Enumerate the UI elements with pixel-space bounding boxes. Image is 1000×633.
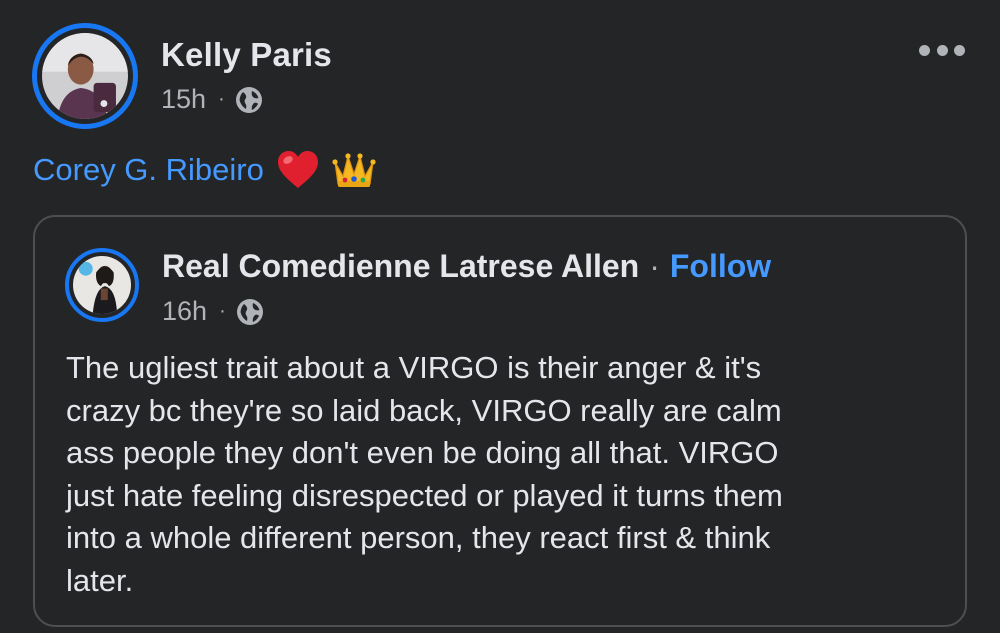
post-meta: 15h · (161, 84, 263, 115)
post-timestamp[interactable]: 15h (161, 84, 206, 115)
crown-emoji (332, 153, 376, 187)
meta-separator: · (218, 88, 225, 110)
red-heart-emoji (277, 151, 318, 188)
meta-separator: · (219, 300, 226, 322)
shared-author-photo (73, 256, 131, 314)
shared-post-text: The ugliest trait about a VIRGO is their… (66, 350, 783, 598)
post-container: Kelly Paris 15h · Corey G. Ribeiro Real … (0, 0, 1000, 633)
more-dot-icon (936, 44, 948, 56)
globe-icon[interactable] (235, 86, 263, 114)
post-caption: Corey G. Ribeiro (33, 150, 376, 190)
more-dot-icon (954, 44, 965, 56)
shared-post-header: Real Comedienne Latrese Allen · Follow (162, 248, 771, 285)
shared-post-meta: 16h · (162, 296, 264, 327)
author-name[interactable]: Kelly Paris (161, 36, 332, 74)
author-photo (42, 33, 128, 119)
author-avatar[interactable] (32, 23, 138, 129)
shared-post-timestamp[interactable]: 16h (162, 296, 207, 327)
follow-button[interactable]: Follow (670, 248, 771, 285)
more-options-button[interactable] (919, 36, 965, 64)
shared-author-avatar[interactable] (65, 248, 139, 322)
more-dot-icon (919, 44, 930, 56)
shared-post-card[interactable]: Real Comedienne Latrese Allen · Follow 1… (33, 215, 967, 627)
globe-icon[interactable] (236, 298, 264, 326)
shared-author-name[interactable]: Real Comedienne Latrese Allen (162, 248, 639, 285)
mention-link[interactable]: Corey G. Ribeiro (33, 152, 264, 188)
header-separator: · (649, 248, 660, 284)
